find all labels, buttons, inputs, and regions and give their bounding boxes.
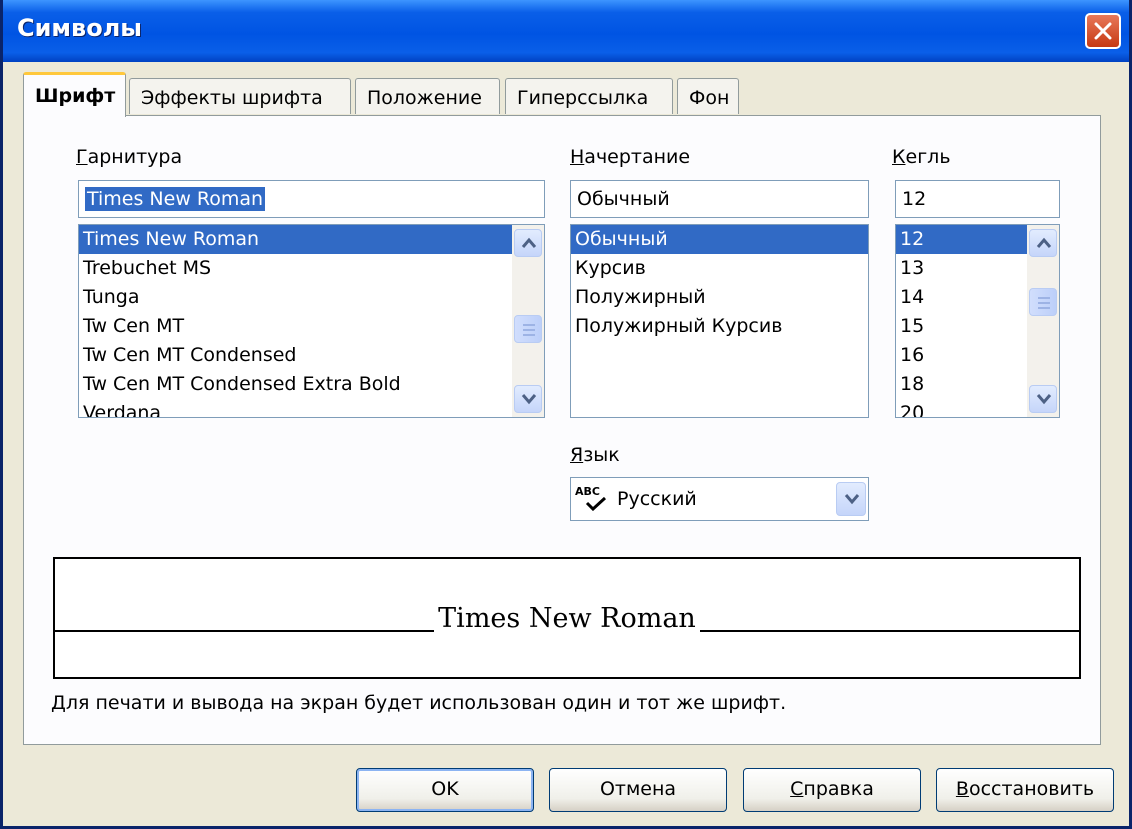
tab-background[interactable]: Фон [677, 78, 739, 114]
font-family-label: Гарнитура [76, 146, 183, 168]
scroll-up-button[interactable] [1029, 229, 1057, 257]
tab-font[interactable]: Шрифт [23, 72, 126, 117]
scroll-thumb[interactable] [1029, 288, 1057, 316]
chevron-up-icon [1036, 237, 1052, 248]
font-style-list[interactable]: Обычный Курсив Полужирный Полужирный Кур… [570, 224, 869, 418]
ok-button[interactable]: OK [356, 768, 534, 812]
close-button[interactable] [1085, 13, 1121, 49]
language-select[interactable]: ABC Русский [570, 477, 869, 521]
language-label: Язык [570, 444, 620, 466]
reset-button[interactable]: Восстановить [936, 768, 1114, 812]
font-size-scrollbar[interactable] [1027, 225, 1059, 417]
tab-hyperlink[interactable]: Гиперссылка [505, 78, 673, 114]
info-text: Для печати и вывода на экран будет испол… [51, 692, 787, 714]
list-item[interactable]: Times New Roman [79, 225, 544, 254]
font-style-label: Начертание [570, 146, 691, 168]
font-family-list[interactable]: Times New Roman Trebuchet MS Tunga Tw Ce… [78, 224, 545, 418]
preview-text: Times New Roman [434, 603, 700, 634]
font-preview: Times New Roman [53, 557, 1081, 679]
tab-font-effects[interactable]: Эффекты шрифта [129, 78, 351, 114]
list-item[interactable]: Tunga [79, 283, 544, 312]
language-dropdown-button[interactable] [836, 482, 866, 516]
scroll-down-button[interactable] [514, 385, 542, 413]
list-item[interactable]: Полужирный [571, 283, 868, 312]
help-button[interactable]: Справка [743, 768, 921, 812]
chevron-down-icon [1036, 394, 1052, 405]
list-item[interactable]: Обычный [571, 225, 868, 254]
font-size-list[interactable]: 12 13 14 15 16 18 20 [895, 224, 1060, 418]
tab-position[interactable]: Положение [355, 78, 500, 114]
list-item[interactable]: Полужирный Курсив [571, 312, 868, 341]
font-style-input[interactable]: Обычный [570, 180, 869, 218]
list-item[interactable]: Tw Cen MT [79, 312, 544, 341]
font-size-input[interactable]: 12 [895, 180, 1060, 218]
window-title: Символы [17, 14, 143, 42]
font-dialog-window: Символы Шрифт Эффекты шрифта Положение Г… [0, 0, 1132, 829]
spellcheck-icon: ABC [575, 486, 607, 511]
chevron-down-icon [844, 494, 860, 505]
list-item[interactable]: Tw Cen MT Condensed [79, 341, 544, 370]
language-value: Русский [617, 488, 697, 510]
scroll-up-button[interactable] [514, 229, 542, 257]
scroll-thumb[interactable] [514, 315, 542, 343]
scroll-down-button[interactable] [1029, 385, 1057, 413]
list-item[interactable]: Курсив [571, 254, 868, 283]
font-family-input[interactable]: Times New Roman [78, 180, 545, 218]
chevron-down-icon [521, 394, 537, 405]
close-icon [1094, 22, 1112, 40]
font-family-scrollbar[interactable] [512, 225, 544, 417]
font-size-label: Кегль [892, 146, 951, 168]
cancel-button[interactable]: Отмена [549, 768, 727, 812]
list-item[interactable]: Trebuchet MS [79, 254, 544, 283]
list-item[interactable]: Tw Cen MT Condensed Extra Bold [79, 370, 544, 399]
list-item[interactable]: Verdana [79, 399, 544, 417]
title-bar[interactable]: Символы [3, 0, 1129, 62]
chevron-up-icon [521, 237, 537, 248]
